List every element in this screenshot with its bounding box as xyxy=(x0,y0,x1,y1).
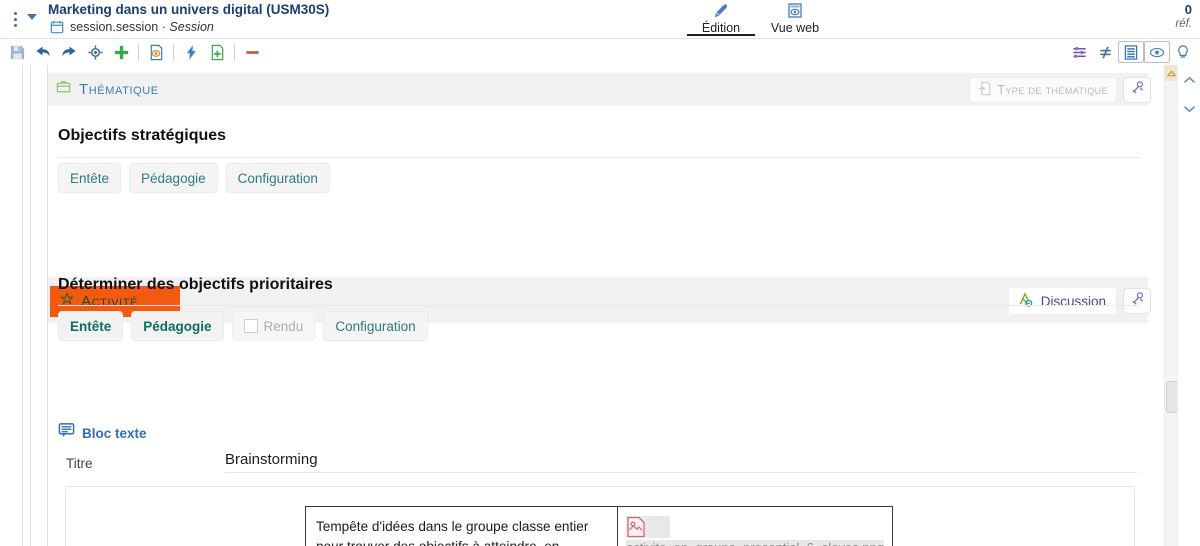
editor-canvas: Thématique Type de thématique Objectifs … xyxy=(0,65,1165,546)
document-type: Session xyxy=(169,20,214,34)
thematique-tab-pedagogie-label: Pédagogie xyxy=(141,170,206,186)
briefcase-icon xyxy=(56,79,71,99)
bloc-texte-header[interactable]: Bloc texte xyxy=(58,422,147,444)
page-title: Marketing dans un univers digital (USM30… xyxy=(48,2,330,17)
thematique-tabs: Entête Pédagogie Configuration xyxy=(58,163,330,193)
activite-tab-configuration-label: Configuration xyxy=(335,318,416,334)
discussion-button[interactable]: Discussion xyxy=(1007,287,1117,315)
view-tabs: Édition Vue web xyxy=(684,0,832,38)
reference-counter: 0 réf. xyxy=(1175,2,1192,31)
document-subtitle: session.session · Session xyxy=(70,20,214,34)
text-block-icon xyxy=(58,422,75,444)
titre-field[interactable]: Brainstorming xyxy=(225,451,1137,473)
divider xyxy=(58,305,1140,306)
type-de-thematique-button[interactable]: Type de thématique xyxy=(969,77,1117,103)
kebab-menu-icon[interactable] xyxy=(8,6,22,32)
structure-guide-line xyxy=(22,65,23,546)
table-cell-text-value: Tempête d'idées dans le groupe classe en… xyxy=(316,519,589,546)
thematique-tab-configuration-label: Configuration xyxy=(237,170,318,186)
document-plus-icon[interactable] xyxy=(204,40,230,64)
redo-button[interactable] xyxy=(56,40,82,64)
tab-vue-web[interactable]: Vue web xyxy=(758,0,832,38)
toolbar-left-group xyxy=(4,39,265,65)
sliders-icon[interactable] xyxy=(1066,40,1092,64)
add-button[interactable] xyxy=(108,40,134,64)
tab-edition[interactable]: Édition xyxy=(684,0,758,38)
activite-tab-entete-label: Entête xyxy=(70,318,112,334)
activite-tab-rendu-label: Rendu xyxy=(263,318,304,334)
web-preview-icon xyxy=(786,1,804,21)
undo-button[interactable] xyxy=(30,40,56,64)
pen-nib-icon xyxy=(712,1,730,21)
not-equal-icon[interactable] xyxy=(1092,40,1118,64)
tab-vue-web-label: Vue web xyxy=(770,21,820,35)
field-underline xyxy=(225,472,1137,473)
table-cell-text[interactable]: Tempête d'idées dans le groupe classe en… xyxy=(306,507,618,546)
titre-field-value[interactable]: Brainstorming xyxy=(225,451,1137,472)
toolbar-separator xyxy=(234,43,235,61)
document-import-icon xyxy=(978,81,993,99)
thematique-tab-entete[interactable]: Entête xyxy=(58,163,122,193)
discussion-label: Discussion xyxy=(1040,293,1106,309)
chevron-down-icon[interactable] xyxy=(27,14,37,20)
titre-field-label: Titre xyxy=(66,456,93,471)
lightning-bolt-icon[interactable] xyxy=(178,40,204,64)
toolbar-right-group xyxy=(1066,39,1196,65)
document-header: Marketing dans un univers digital (USM30… xyxy=(0,0,1200,38)
discussion-tree-icon xyxy=(1016,291,1034,311)
activite-tab-configuration[interactable]: Configuration xyxy=(323,311,428,341)
thematique-tab-entete-label: Entête xyxy=(70,170,110,186)
toolbar-separator xyxy=(173,43,174,61)
rendu-checkbox[interactable] xyxy=(243,319,258,333)
thematique-tab-pedagogie[interactable]: Pédagogie xyxy=(129,163,218,193)
outline-button[interactable] xyxy=(1118,41,1144,63)
lightbulb-icon[interactable] xyxy=(1170,40,1196,64)
tab-edition-label: Édition xyxy=(701,21,741,35)
divider xyxy=(58,157,1140,158)
activite-tab-pedagogie[interactable]: Pédagogie xyxy=(131,311,224,341)
bloc-texte-label: Bloc texte xyxy=(82,425,147,441)
link-tool-icon xyxy=(1130,291,1145,311)
star-outline-icon xyxy=(59,292,75,311)
type-de-thematique-label: Type de thématique xyxy=(997,83,1108,97)
activite-badge-label: Activité xyxy=(81,293,138,310)
activite-tab-rendu[interactable]: Rendu xyxy=(231,311,316,341)
calendar-icon xyxy=(50,20,64,34)
save-button[interactable] xyxy=(4,40,30,64)
toolbar-separator xyxy=(138,43,139,61)
subtitle-separator: · xyxy=(161,20,166,34)
activite-heading: Déterminer des objectifs prioritaires xyxy=(58,276,333,293)
activite-tab-pedagogie-label: Pédagogie xyxy=(143,318,212,334)
navigation-arrows-column xyxy=(1177,65,1200,546)
main-toolbar xyxy=(0,38,1200,66)
activite-actions: Discussion xyxy=(1007,287,1151,315)
table-cell-image[interactable]: activite_en_groupe_presentiel_6_eleves.p… xyxy=(618,507,892,546)
nav-previous-button[interactable] xyxy=(1178,69,1200,91)
activite-link-button[interactable] xyxy=(1123,288,1151,314)
vertical-scrollbar[interactable] xyxy=(1164,65,1179,546)
activite-tabs: Entête Pédagogie Rendu Configuration xyxy=(58,311,428,341)
document-eye-icon[interactable] xyxy=(143,40,169,64)
target-icon[interactable] xyxy=(82,40,108,64)
reference-count: 0 xyxy=(1184,2,1192,17)
structure-guide-line xyxy=(30,65,31,546)
activite-tab-entete[interactable]: Entête xyxy=(58,311,124,341)
thematique-tab-configuration[interactable]: Configuration xyxy=(225,163,330,193)
nav-next-button[interactable] xyxy=(1178,97,1200,119)
thematique-header: Thématique xyxy=(56,79,159,99)
content-table[interactable]: Tempête d'idées dans le groupe classe en… xyxy=(305,506,893,546)
thematique-actions: Type de thématique xyxy=(969,77,1151,103)
remove-button[interactable] xyxy=(239,40,265,64)
document-code: session.session xyxy=(70,20,159,34)
link-tool-icon xyxy=(1130,80,1145,100)
thematique-link-button[interactable] xyxy=(1123,77,1151,103)
application-window: Marketing dans un univers digital (USM30… xyxy=(0,0,1200,546)
broken-image-icon xyxy=(625,516,670,538)
visibility-button[interactable] xyxy=(1144,41,1170,63)
image-alt-text: activite_en_groupe_presentiel_6_eleves.p… xyxy=(625,540,884,546)
thematique-heading: Objectifs stratégiques xyxy=(58,127,227,144)
thematique-title: Thématique xyxy=(79,80,159,98)
reference-label: réf. xyxy=(1175,18,1192,30)
